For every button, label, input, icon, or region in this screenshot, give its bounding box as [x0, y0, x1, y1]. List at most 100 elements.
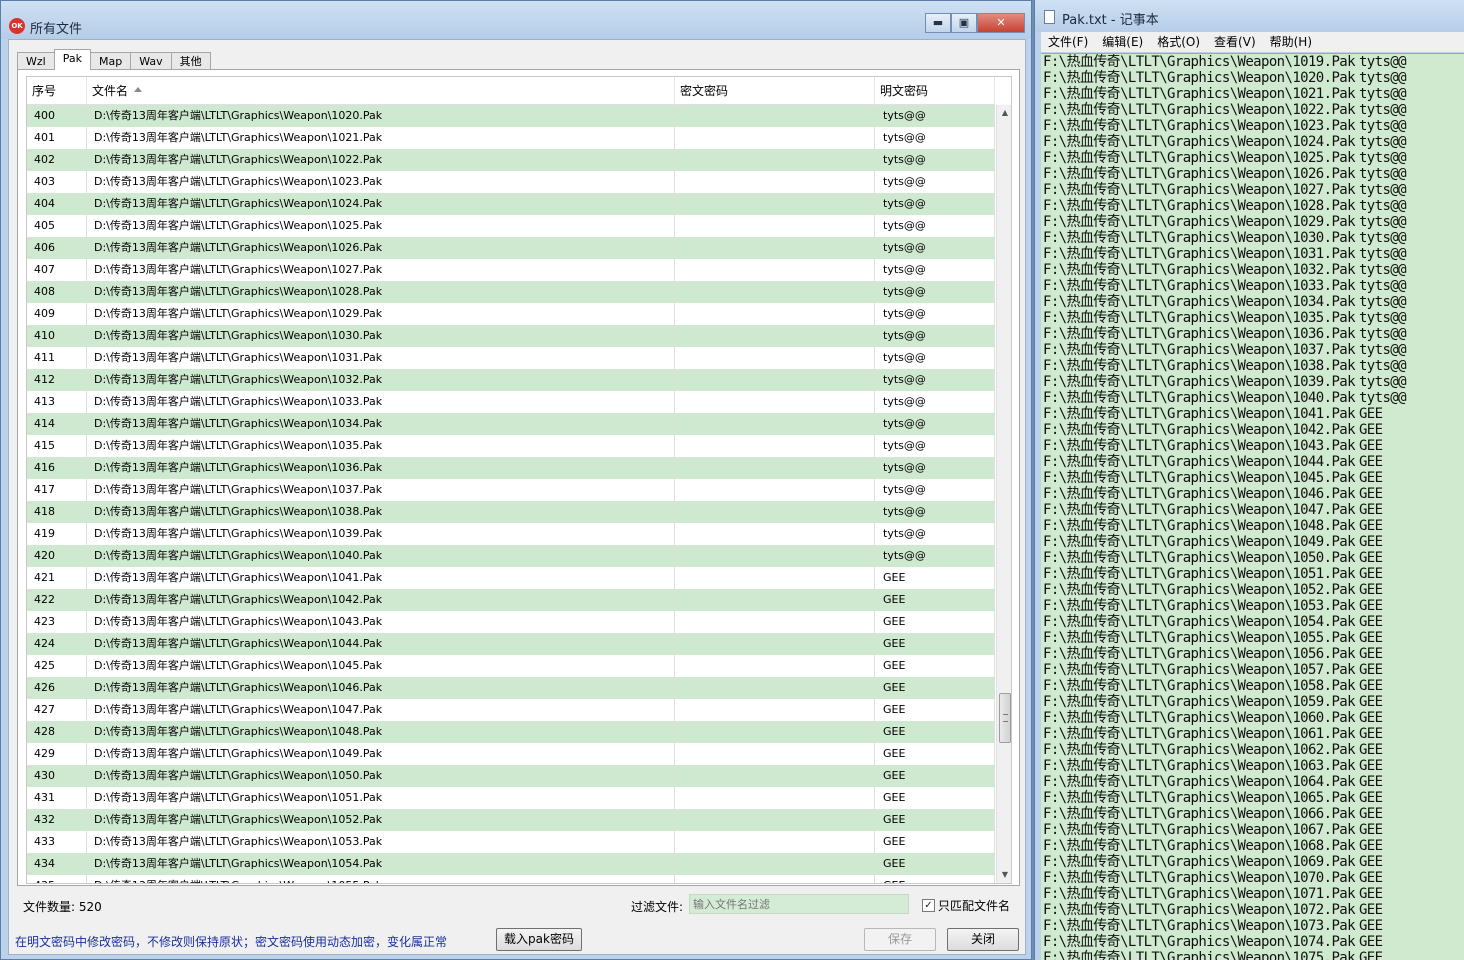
- cell-plain-password[interactable]: tyts@@: [875, 281, 995, 303]
- cell-plain-password[interactable]: GEE: [875, 589, 995, 611]
- column-header-filename[interactable]: 文件名: [87, 77, 675, 105]
- table-row[interactable]: 410 D:\传奇13周年客户端\LTLT\Graphics\Weapon\103…: [27, 325, 995, 347]
- cell-cipher-password[interactable]: [675, 105, 875, 127]
- match-filename-only-option[interactable]: ✓ 只匹配文件名: [922, 897, 1010, 914]
- table-row[interactable]: 420 D:\传奇13周年客户端\LTLT\Graphics\Weapon\104…: [27, 545, 995, 567]
- cell-cipher-password[interactable]: [675, 347, 875, 369]
- table-row[interactable]: 402 D:\传奇13周年客户端\LTLT\Graphics\Weapon\102…: [27, 149, 995, 171]
- maximize-button[interactable]: ▣: [951, 13, 977, 33]
- cell-cipher-password[interactable]: [675, 171, 875, 193]
- table-row[interactable]: 431 D:\传奇13周年客户端\LTLT\Graphics\Weapon\105…: [27, 787, 995, 809]
- cell-plain-password[interactable]: tyts@@: [875, 391, 995, 413]
- cell-cipher-password[interactable]: [675, 765, 875, 787]
- cell-cipher-password[interactable]: [675, 193, 875, 215]
- table-row[interactable]: 427 D:\传奇13周年客户端\LTLT\Graphics\Weapon\104…: [27, 699, 995, 721]
- table-row[interactable]: 426 D:\传奇13周年客户端\LTLT\Graphics\Weapon\104…: [27, 677, 995, 699]
- scroll-down-icon[interactable]: ▼: [997, 867, 1011, 883]
- minimize-button[interactable]: ▬: [925, 13, 951, 33]
- cell-plain-password[interactable]: GEE: [875, 853, 995, 875]
- cell-cipher-password[interactable]: [675, 479, 875, 501]
- table-row[interactable]: 404 D:\传奇13周年客户端\LTLT\Graphics\Weapon\102…: [27, 193, 995, 215]
- table-row[interactable]: 433 D:\传奇13周年客户端\LTLT\Graphics\Weapon\105…: [27, 831, 995, 853]
- column-header-cipher[interactable]: 密文密码: [675, 77, 875, 105]
- cell-cipher-password[interactable]: [675, 655, 875, 677]
- cell-cipher-password[interactable]: [675, 545, 875, 567]
- tab-map[interactable]: Map: [89, 52, 132, 70]
- cell-plain-password[interactable]: GEE: [875, 743, 995, 765]
- cell-plain-password[interactable]: tyts@@: [875, 105, 995, 127]
- table-row[interactable]: 428 D:\传奇13周年客户端\LTLT\Graphics\Weapon\104…: [27, 721, 995, 743]
- notepad-menu-item[interactable]: 编辑(E): [1095, 32, 1150, 52]
- table-row[interactable]: 429 D:\传奇13周年客户端\LTLT\Graphics\Weapon\104…: [27, 743, 995, 765]
- notepad-text-area[interactable]: F:\热血传奇\LTLT\Graphics\Weapon\1019.Pak tyt…: [1041, 53, 1464, 960]
- tab-pak[interactable]: Pak: [53, 49, 91, 70]
- table-row[interactable]: 416 D:\传奇13周年客户端\LTLT\Graphics\Weapon\103…: [27, 457, 995, 479]
- filter-input[interactable]: [689, 894, 909, 914]
- cell-cipher-password[interactable]: [675, 281, 875, 303]
- tab-wzl[interactable]: Wzl: [17, 52, 55, 70]
- table-row[interactable]: 415 D:\传奇13周年客户端\LTLT\Graphics\Weapon\103…: [27, 435, 995, 457]
- notepad-menu-item[interactable]: 格式(O): [1150, 32, 1207, 52]
- notepad-menu-item[interactable]: 文件(F): [1041, 32, 1095, 52]
- save-button[interactable]: 保存: [864, 928, 936, 951]
- table-row[interactable]: 403 D:\传奇13周年客户端\LTLT\Graphics\Weapon\102…: [27, 171, 995, 193]
- table-row[interactable]: 409 D:\传奇13周年客户端\LTLT\Graphics\Weapon\102…: [27, 303, 995, 325]
- cell-plain-password[interactable]: GEE: [875, 875, 995, 883]
- cell-plain-password[interactable]: tyts@@: [875, 215, 995, 237]
- table-row[interactable]: 419 D:\传奇13周年客户端\LTLT\Graphics\Weapon\103…: [27, 523, 995, 545]
- cell-cipher-password[interactable]: [675, 611, 875, 633]
- cell-plain-password[interactable]: GEE: [875, 787, 995, 809]
- table-row[interactable]: 408 D:\传奇13周年客户端\LTLT\Graphics\Weapon\102…: [27, 281, 995, 303]
- cell-cipher-password[interactable]: [675, 325, 875, 347]
- cell-cipher-password[interactable]: [675, 567, 875, 589]
- match-filename-checkbox[interactable]: ✓: [922, 899, 935, 912]
- column-header-plain[interactable]: 明文密码: [875, 77, 995, 105]
- table-row[interactable]: 405 D:\传奇13周年客户端\LTLT\Graphics\Weapon\102…: [27, 215, 995, 237]
- cell-plain-password[interactable]: GEE: [875, 831, 995, 853]
- table-row[interactable]: 417 D:\传奇13周年客户端\LTLT\Graphics\Weapon\103…: [27, 479, 995, 501]
- table-row[interactable]: 401 D:\传奇13周年客户端\LTLT\Graphics\Weapon\102…: [27, 127, 995, 149]
- notepad-title-bar[interactable]: Pak.txt - 记事本: [1035, 0, 1464, 32]
- load-pak-password-button[interactable]: 载入pak密码: [496, 928, 582, 951]
- vertical-scrollbar[interactable]: ▲ ▼: [996, 105, 1011, 883]
- table-row[interactable]: 423 D:\传奇13周年客户端\LTLT\Graphics\Weapon\104…: [27, 611, 995, 633]
- cell-plain-password[interactable]: GEE: [875, 633, 995, 655]
- scroll-thumb[interactable]: [999, 693, 1011, 743]
- cell-cipher-password[interactable]: [675, 237, 875, 259]
- table-row[interactable]: 432 D:\传奇13周年客户端\LTLT\Graphics\Weapon\105…: [27, 809, 995, 831]
- cell-plain-password[interactable]: tyts@@: [875, 149, 995, 171]
- table-row[interactable]: 422 D:\传奇13周年客户端\LTLT\Graphics\Weapon\104…: [27, 589, 995, 611]
- cell-plain-password[interactable]: tyts@@: [875, 457, 995, 479]
- notepad-menu-item[interactable]: 查看(V): [1207, 32, 1263, 52]
- cell-plain-password[interactable]: tyts@@: [875, 193, 995, 215]
- cell-plain-password[interactable]: tyts@@: [875, 369, 995, 391]
- cell-cipher-password[interactable]: [675, 501, 875, 523]
- table-row[interactable]: 424 D:\传奇13周年客户端\LTLT\Graphics\Weapon\104…: [27, 633, 995, 655]
- cell-plain-password[interactable]: tyts@@: [875, 259, 995, 281]
- cell-plain-password[interactable]: tyts@@: [875, 523, 995, 545]
- table-row[interactable]: 435D:\传奇13周年客户端\LTLT\Graphics\Weapon\105…: [27, 875, 995, 883]
- cell-cipher-password[interactable]: [675, 875, 875, 883]
- cell-cipher-password[interactable]: [675, 303, 875, 325]
- cell-cipher-password[interactable]: [675, 127, 875, 149]
- table-row[interactable]: 406 D:\传奇13周年客户端\LTLT\Graphics\Weapon\102…: [27, 237, 995, 259]
- table-row[interactable]: 400 D:\传奇13周年客户端\LTLT\Graphics\Weapon\102…: [27, 105, 995, 127]
- cell-cipher-password[interactable]: [675, 413, 875, 435]
- cell-cipher-password[interactable]: [675, 677, 875, 699]
- cell-cipher-password[interactable]: [675, 457, 875, 479]
- scroll-up-icon[interactable]: ▲: [997, 105, 1011, 121]
- table-row[interactable]: 411 D:\传奇13周年客户端\LTLT\Graphics\Weapon\103…: [27, 347, 995, 369]
- cell-cipher-password[interactable]: [675, 149, 875, 171]
- cell-plain-password[interactable]: GEE: [875, 765, 995, 787]
- cell-plain-password[interactable]: tyts@@: [875, 501, 995, 523]
- cell-cipher-password[interactable]: [675, 721, 875, 743]
- cell-plain-password[interactable]: GEE: [875, 809, 995, 831]
- cell-cipher-password[interactable]: [675, 831, 875, 853]
- table-row[interactable]: 421 D:\传奇13周年客户端\LTLT\Graphics\Weapon\104…: [27, 567, 995, 589]
- cell-cipher-password[interactable]: [675, 743, 875, 765]
- cell-cipher-password[interactable]: [675, 259, 875, 281]
- cell-plain-password[interactable]: tyts@@: [875, 413, 995, 435]
- table-row[interactable]: 430 D:\传奇13周年客户端\LTLT\Graphics\Weapon\105…: [27, 765, 995, 787]
- cell-plain-password[interactable]: GEE: [875, 677, 995, 699]
- cell-plain-password[interactable]: GEE: [875, 721, 995, 743]
